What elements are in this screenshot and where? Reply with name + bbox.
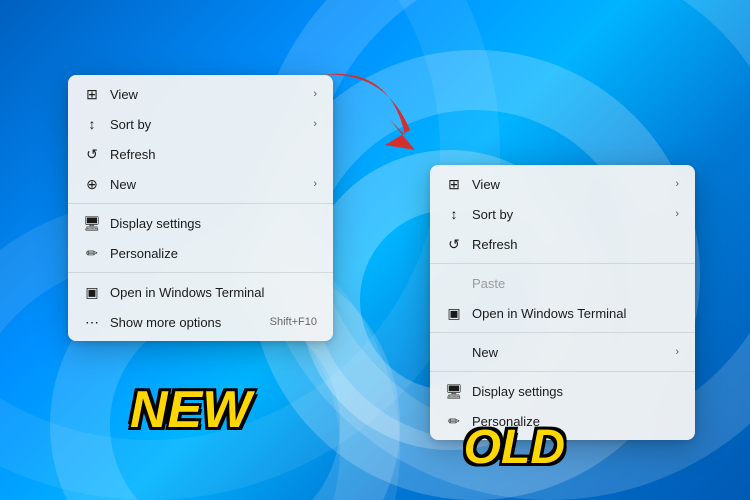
menu-icon-sort_by: ↕ bbox=[84, 116, 100, 132]
menu-item-new[interactable]: New › bbox=[430, 337, 695, 367]
menu-label-terminal: Open in Windows Terminal bbox=[472, 306, 626, 321]
menu-icon-display_settings: 🖥 bbox=[84, 215, 100, 231]
menu-item-sort_by[interactable]: ↕Sort by› bbox=[68, 109, 333, 139]
menu-label-refresh: Refresh bbox=[472, 237, 518, 252]
menu-icon-view: ⊞ bbox=[84, 86, 100, 102]
menu-separator bbox=[430, 263, 695, 264]
menu-icon-personalize: ✏ bbox=[446, 413, 462, 429]
menu-separator bbox=[430, 371, 695, 372]
context-menu-new: ⊞View›↕Sort by›↺Refresh⊕New›🖥Display set… bbox=[68, 75, 333, 341]
menu-icon-sort_by: ↕ bbox=[446, 206, 462, 222]
menu-icon-spacer bbox=[446, 275, 462, 291]
menu-icon-view: ⊞ bbox=[446, 176, 462, 192]
menu-shortcut-more_options: Shift+F10 bbox=[270, 316, 317, 328]
menu-arrow-new: › bbox=[313, 178, 317, 190]
menu-label-view: View bbox=[472, 177, 500, 192]
menu-item-terminal[interactable]: ▣ Open in Windows Terminal bbox=[430, 298, 695, 328]
menu-icon-personalize: ✏ bbox=[84, 245, 100, 261]
label-new: NEW bbox=[130, 380, 251, 440]
menu-item-refresh[interactable]: ↺ Refresh bbox=[430, 229, 695, 259]
menu-label-personalize: Personalize bbox=[110, 246, 178, 261]
menu-icon-display_settings: 🖥 bbox=[446, 383, 462, 399]
menu-icon-refresh: ↺ bbox=[446, 236, 462, 252]
menu-label-paste: Paste bbox=[472, 276, 505, 291]
menu-icon-more_options: ⋯ bbox=[84, 314, 100, 330]
label-old: OLD bbox=[464, 420, 565, 475]
menu-item-new[interactable]: ⊕ New › bbox=[68, 169, 333, 199]
menu-item-display_settings[interactable]: 🖥 Display settings bbox=[68, 208, 333, 238]
menu-label-sort_by: Sort by bbox=[472, 207, 513, 222]
menu-icon-spacer bbox=[446, 344, 462, 360]
menu-item-paste: Paste bbox=[430, 268, 695, 298]
arrow-indicator bbox=[310, 55, 430, 165]
menu-label-more_options: Show more options bbox=[110, 315, 221, 330]
menu-label-display_settings: Display settings bbox=[472, 384, 563, 399]
menu-label-new: New bbox=[472, 345, 498, 360]
menu-item-personalize[interactable]: ✏ Personalize bbox=[68, 238, 333, 268]
menu-item-more_options[interactable]: ⋯ Show more options Shift+F10 bbox=[68, 307, 333, 337]
menu-label-refresh: Refresh bbox=[110, 147, 156, 162]
menu-separator bbox=[430, 332, 695, 333]
menu-icon-terminal: ▣ bbox=[84, 284, 100, 300]
menu-arrow-view: › bbox=[675, 178, 679, 190]
menu-item-view[interactable]: ⊞ View › bbox=[430, 169, 695, 199]
menu-label-terminal: Open in Windows Terminal bbox=[110, 285, 264, 300]
menu-label-view: View bbox=[110, 87, 138, 102]
menu-icon-terminal: ▣ bbox=[446, 305, 462, 321]
menu-item-view[interactable]: ⊞View› bbox=[68, 79, 333, 109]
menu-arrow-sort_by: › bbox=[675, 208, 679, 220]
menu-item-terminal[interactable]: ▣ Open in Windows Terminal bbox=[68, 277, 333, 307]
menu-separator bbox=[68, 203, 333, 204]
menu-arrow-new: › bbox=[675, 346, 679, 358]
menu-separator bbox=[68, 272, 333, 273]
menu-icon-refresh: ↺ bbox=[84, 146, 100, 162]
menu-item-refresh[interactable]: ↺ Refresh bbox=[68, 139, 333, 169]
menu-label-sort_by: Sort by bbox=[110, 117, 151, 132]
menu-item-display_settings[interactable]: 🖥 Display settings bbox=[430, 376, 695, 406]
context-menu-old: ⊞ View › ↕ Sort by › ↺ Refresh Paste ▣ Open in Win… bbox=[430, 165, 695, 440]
menu-label-new: New bbox=[110, 177, 136, 192]
menu-icon-new: ⊕ bbox=[84, 176, 100, 192]
menu-label-display_settings: Display settings bbox=[110, 216, 201, 231]
menu-item-sort_by[interactable]: ↕ Sort by › bbox=[430, 199, 695, 229]
